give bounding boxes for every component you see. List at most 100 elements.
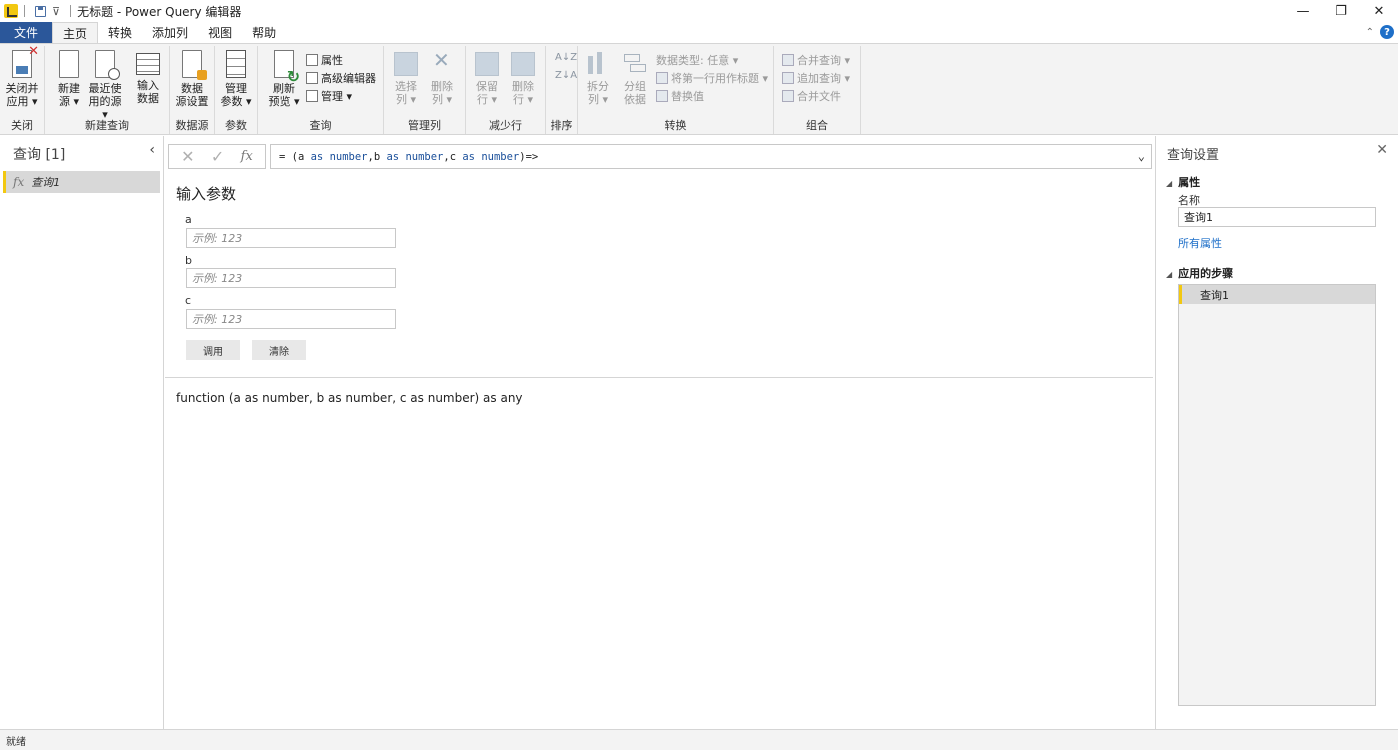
- applied-steps-section-header[interactable]: ◢ 应用的步骤: [1166, 265, 1233, 281]
- formula-keyword: as number: [386, 150, 444, 163]
- data-source-settings-button[interactable]: 数据 源设置: [174, 50, 210, 108]
- formula-token: )=>: [519, 150, 539, 163]
- remove-columns-button[interactable]: 删除 列 ▾: [424, 50, 460, 106]
- combine-files-button[interactable]: 合并文件: [782, 87, 841, 105]
- help-icon[interactable]: ?: [1380, 25, 1394, 39]
- status-text: 就绪: [6, 736, 26, 748]
- table-icon: [136, 53, 160, 75]
- sort-ascending-icon[interactable]: A↓Z: [555, 52, 577, 63]
- param-input-b[interactable]: 示例: 123: [186, 268, 396, 288]
- tab-transform[interactable]: 转换: [98, 22, 142, 43]
- applied-steps-list: 查询1: [1178, 284, 1376, 706]
- append-queries-icon: [782, 72, 794, 84]
- param-input-a[interactable]: 示例: 123: [186, 228, 396, 248]
- enter-data-button[interactable]: 输入 数据: [130, 50, 166, 105]
- replace-values-icon: [656, 90, 668, 102]
- advanced-editor-button[interactable]: 高级编辑器: [306, 69, 376, 87]
- properties-section-label: 属性: [1178, 176, 1201, 189]
- new-source-button[interactable]: 新建 源 ▾: [51, 50, 87, 108]
- close-apply-button[interactable]: 关闭并 应用 ▾: [4, 45, 40, 108]
- param-label-a: a: [185, 213, 192, 226]
- clear-button[interactable]: 清除: [252, 340, 306, 360]
- recent-sources-label: 最近使 用的源 ▾: [88, 82, 122, 121]
- restore-button[interactable]: ❐: [1322, 0, 1360, 22]
- group-label: 参数: [225, 119, 247, 132]
- tab-add-column[interactable]: 添加列: [142, 22, 198, 43]
- formula-input[interactable]: = (a as number ,b as number ,c as number)=…: [270, 144, 1152, 169]
- confirm-icon[interactable]: ✓: [211, 147, 224, 166]
- quick-access-dropdown-icon[interactable]: ⊽: [52, 5, 60, 18]
- recent-sources-button[interactable]: 最近使 用的源 ▾: [87, 50, 123, 121]
- applied-step-item[interactable]: 查询1: [1179, 285, 1375, 304]
- properties-label: 属性: [321, 54, 343, 67]
- ribbon-tabs: 文件 主页 转换 添加列 视图 帮助 ⌃ ?: [0, 22, 1398, 43]
- collapse-ribbon-icon[interactable]: ⌃: [1366, 27, 1374, 38]
- tab-view[interactable]: 视图: [198, 22, 242, 43]
- minimize-button[interactable]: —: [1284, 0, 1322, 22]
- properties-icon: [306, 54, 318, 66]
- status-bar: 就绪: [0, 729, 1398, 750]
- combine-files-label: 合并文件: [797, 90, 841, 103]
- group-label: 查询: [309, 119, 332, 132]
- query-name: 查询1: [31, 176, 61, 189]
- param-input-c[interactable]: 示例: 123: [186, 309, 396, 329]
- remove-rows-label: 删除 行 ▾: [512, 80, 534, 106]
- close-window-button[interactable]: ✕: [1360, 0, 1398, 22]
- tab-file[interactable]: 文件: [0, 22, 53, 43]
- function-signature: function (a as number, b as number, c as…: [176, 391, 523, 405]
- formula-token: ,c: [443, 150, 463, 163]
- split-column-icon: [585, 50, 611, 76]
- remove-rows-button[interactable]: 删除 行 ▾: [505, 50, 541, 106]
- query-settings-pane: 查询设置 ✕ ◢ 属性 名称 查询1 所有属性 ◢ 应用的步骤 查询1: [1155, 136, 1398, 729]
- merge-queries-button[interactable]: 合并查询 ▾: [782, 51, 850, 69]
- formula-token: = (a: [279, 150, 311, 163]
- tab-home[interactable]: 主页: [52, 22, 99, 43]
- window-title: 无标题 - Power Query 编辑器: [77, 4, 242, 19]
- remove-columns-label: 删除 列 ▾: [431, 80, 453, 106]
- choose-columns-button[interactable]: 选择 列 ▾: [388, 50, 424, 106]
- manage-parameters-button[interactable]: 管理 参数 ▾: [218, 50, 254, 108]
- formula-bar: ✕ ✓ fx = (a as number ,b as number ,c as n…: [168, 144, 1152, 169]
- document-icon: [59, 50, 79, 78]
- properties-section-header[interactable]: ◢ 属性: [1166, 174, 1200, 190]
- query-name-field[interactable]: 查询1: [1178, 207, 1376, 227]
- group-label: 管理列: [408, 119, 441, 132]
- group-by-button[interactable]: 分组 依据: [617, 50, 653, 106]
- sort-descending-icon[interactable]: Z↓A: [555, 70, 577, 81]
- group-label: 关闭: [11, 119, 33, 132]
- clock-document-icon: [95, 50, 120, 80]
- function-icon: fx: [13, 175, 25, 189]
- keep-rows-button[interactable]: 保留 行 ▾: [469, 50, 505, 106]
- refresh-preview-button[interactable]: 刷新 预览 ▾: [266, 50, 302, 108]
- group-manage-columns: 选择 列 ▾ 删除 列 ▾ 管理列: [384, 46, 466, 134]
- fx-icon[interactable]: fx: [241, 149, 253, 164]
- data-type-dropdown[interactable]: 数据类型: 任意 ▾: [656, 51, 738, 69]
- divider: [70, 5, 72, 17]
- cancel-icon[interactable]: ✕: [181, 147, 194, 166]
- tab-help[interactable]: 帮助: [242, 22, 286, 43]
- chevron-left-icon[interactable]: ‹: [149, 142, 155, 158]
- close-icon[interactable]: ✕: [1376, 142, 1388, 158]
- save-icon[interactable]: [35, 5, 46, 17]
- use-first-row-header-button[interactable]: 将第一行用作标题 ▾: [656, 69, 768, 87]
- query-list-item[interactable]: fx 查询1: [3, 171, 160, 193]
- group-label: 转换: [664, 119, 687, 132]
- all-properties-link[interactable]: 所有属性: [1178, 235, 1222, 251]
- use-first-row-header-label: 将第一行用作标题 ▾: [671, 72, 769, 85]
- gear-document-icon: [182, 50, 207, 80]
- data-type-label: 数据类型: 任意 ▾: [656, 54, 739, 67]
- group-query: 刷新 预览 ▾ 属性 高级编辑器 管理 ▾ 查询: [258, 46, 384, 134]
- advanced-editor-label: 高级编辑器: [321, 72, 376, 85]
- invoke-button[interactable]: 调用: [186, 340, 240, 360]
- close-apply-icon: [12, 45, 39, 78]
- properties-button[interactable]: 属性: [306, 51, 343, 69]
- split-column-button[interactable]: 拆分 列 ▾: [580, 50, 616, 106]
- append-queries-button[interactable]: 追加查询 ▾: [782, 69, 850, 87]
- title-bar: ⊽ 无标题 - Power Query 编辑器 — ❐ ✕: [0, 0, 1398, 22]
- formula-buttons: ✕ ✓ fx: [168, 144, 266, 169]
- replace-values-button[interactable]: 替换值: [656, 87, 704, 105]
- manage-query-button[interactable]: 管理 ▾: [306, 87, 352, 105]
- chevron-down-icon[interactable]: ⌄: [1138, 149, 1145, 163]
- remove-columns-icon: [430, 52, 454, 76]
- enter-data-label: 输入 数据: [137, 79, 159, 105]
